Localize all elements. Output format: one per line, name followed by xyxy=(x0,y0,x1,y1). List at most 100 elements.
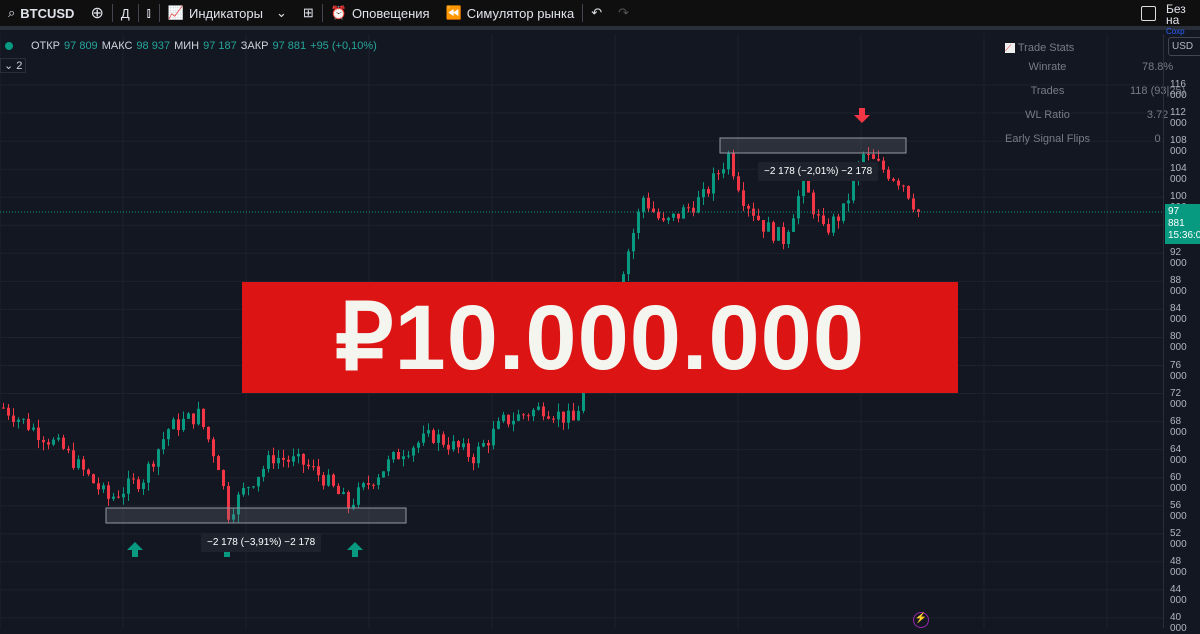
candle-body xyxy=(677,213,680,219)
candle-body xyxy=(897,180,900,186)
search-icon: ⌕ xyxy=(8,5,16,20)
candle-body xyxy=(272,455,275,464)
price-tick: 84 000 xyxy=(1170,303,1187,326)
candle-body xyxy=(472,456,475,464)
currency-button[interactable]: USD xyxy=(1168,37,1200,56)
candle-body xyxy=(207,426,210,440)
price-tick: 80 000 xyxy=(1170,331,1187,354)
indicators-button[interactable]: 📈 Индикаторы ⌄ xyxy=(160,0,295,28)
top-toolbar: ⌕ BTCUSD ⊕ Д ⫾ 📈 Индикаторы ⌄ ⊞ ⏰ Оповещения… xyxy=(0,0,1200,36)
layout-name[interactable]: Без на Сохр xyxy=(1166,3,1200,37)
price-tick: 72 000 xyxy=(1170,387,1187,410)
candle-body xyxy=(657,211,660,219)
last-price-label: 97 881 15:36:0 xyxy=(1165,204,1200,244)
buy-arrow-icon xyxy=(347,542,363,557)
candle-body xyxy=(852,178,855,201)
replay-button[interactable]: ⏪ Симулятор рынка xyxy=(438,0,583,28)
undo-button[interactable]: ↶ xyxy=(583,0,610,28)
redo-button[interactable]: ↷ xyxy=(610,0,637,28)
candle-body xyxy=(352,504,355,508)
price-axis[interactable]: USD 116 000112 000108 000104 000100 0009… xyxy=(1163,34,1200,634)
candle-body xyxy=(452,441,455,450)
candle-body xyxy=(372,484,375,486)
templates-button[interactable]: ⊞ xyxy=(295,0,322,28)
price-tick: 44 000 xyxy=(1170,583,1187,606)
indicators-icon: 📈 xyxy=(167,5,185,20)
candle-body xyxy=(792,218,795,232)
candle-body xyxy=(817,214,820,216)
rewind-icon: ⏪ xyxy=(445,5,462,20)
square-icon xyxy=(1141,5,1156,21)
candle-body xyxy=(257,476,260,487)
candle-body xyxy=(77,459,80,468)
candle-body xyxy=(322,475,325,486)
measure-box-low xyxy=(105,507,407,524)
alerts-button[interactable]: ⏰ Оповещения xyxy=(323,0,438,28)
candle-body xyxy=(152,463,155,467)
candle-body xyxy=(642,197,645,212)
candle-body xyxy=(672,213,675,218)
candle-body xyxy=(317,466,320,476)
fullscreen-button[interactable] xyxy=(1133,0,1164,28)
candle-body xyxy=(497,421,500,429)
candle-body xyxy=(287,459,290,462)
candle-body xyxy=(732,153,735,177)
candle-body xyxy=(57,437,60,440)
candle-body xyxy=(647,197,650,209)
candle-body xyxy=(907,185,910,199)
measure-box-high xyxy=(719,137,907,154)
candle-body xyxy=(147,463,150,483)
candle-body xyxy=(552,418,555,420)
candle-body xyxy=(117,496,120,498)
price-tick: 76 000 xyxy=(1170,359,1187,382)
measure-label-low: −2 178 (−3,91%) −2 178 xyxy=(201,533,322,552)
candle-body xyxy=(27,418,30,430)
buy-arrow-icon xyxy=(127,542,143,557)
candle-body xyxy=(797,196,800,219)
candle-body xyxy=(507,414,510,425)
candle-body xyxy=(912,198,915,210)
candle-body xyxy=(747,205,750,209)
candle-body xyxy=(342,492,345,495)
chart-icon: ⟋ xyxy=(1005,43,1015,53)
candle-body xyxy=(427,430,430,434)
candle-body xyxy=(542,406,545,417)
candle-body xyxy=(382,471,385,478)
candle-body xyxy=(247,487,250,489)
candle-body xyxy=(422,433,425,443)
candle-body xyxy=(447,444,450,450)
candle-body xyxy=(637,211,640,233)
compare-button[interactable]: ⊕ xyxy=(82,0,111,28)
candle-body xyxy=(242,487,245,495)
candle-body xyxy=(707,189,710,194)
candle-body xyxy=(822,215,825,225)
candle-body xyxy=(812,192,815,215)
candle-body xyxy=(767,222,770,232)
candle-body xyxy=(882,160,885,170)
price-tick: 92 000 xyxy=(1170,247,1187,270)
chevron-down-icon: ⌄ xyxy=(275,5,287,20)
chart-type-button[interactable]: ⫾ xyxy=(139,0,159,28)
candle-body xyxy=(457,441,460,448)
interval-button[interactable]: Д xyxy=(113,0,138,28)
candle-body xyxy=(332,474,335,486)
collapse-indicators-button[interactable]: ⌄ 2 xyxy=(0,58,27,73)
price-tick: 60 000 xyxy=(1170,471,1187,494)
candle-body xyxy=(122,493,125,498)
candle-body xyxy=(282,457,285,460)
candle-body xyxy=(742,190,745,206)
price-tick: 56 000 xyxy=(1170,499,1187,522)
candle-body xyxy=(517,414,520,421)
candle-body xyxy=(632,232,635,252)
price-tick: 48 000 xyxy=(1170,555,1187,578)
candle-body xyxy=(167,429,170,440)
candle-body xyxy=(872,154,875,159)
candle-body xyxy=(532,409,535,417)
symbol-search[interactable]: ⌕ BTCUSD xyxy=(0,0,82,28)
candle-body xyxy=(392,451,395,460)
ohlc-legend: ОТКР 97 809 МАКС 98 937 МИН 97 187 ЗАКР 97 8… xyxy=(5,40,377,52)
candle-body xyxy=(62,437,65,449)
lightning-icon[interactable]: ⚡ xyxy=(913,612,929,628)
candle-body xyxy=(67,448,70,451)
candle-body xyxy=(827,224,830,233)
